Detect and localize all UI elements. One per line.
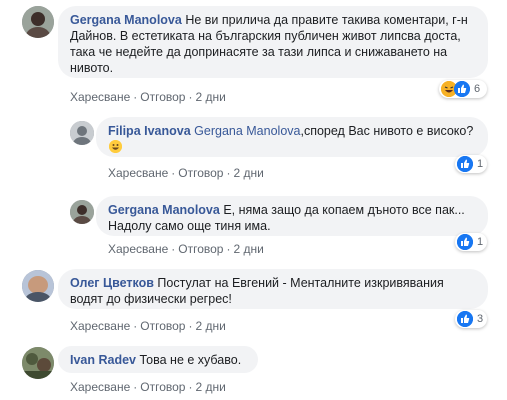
timestamp[interactable]: 2 дни — [233, 242, 263, 256]
timestamp[interactable]: 2 дни — [233, 166, 263, 180]
comment-bubble: Filipa Ivanova Gergana Manolova,според В… — [96, 117, 488, 157]
reaction-count: 1 — [477, 236, 484, 248]
comment-author[interactable]: Gergana Manolova — [70, 13, 182, 27]
comment-text: ,според Вас нивото е високо? — [300, 124, 474, 138]
comment-author[interactable]: Gergana Manolova — [108, 203, 220, 217]
separator: · — [133, 90, 138, 104]
reply-button[interactable]: Отговор — [140, 319, 185, 333]
like-icon — [457, 156, 473, 172]
avatar[interactable] — [22, 6, 54, 38]
comment-author[interactable]: Ivan Radev — [70, 353, 136, 367]
avatar[interactable] — [70, 200, 94, 224]
reply-button[interactable]: Отговор — [178, 242, 223, 256]
comment-actions: Харесване · Отговор · 2 дни — [70, 319, 226, 333]
like-button[interactable]: Харесване — [108, 166, 168, 180]
reaction-count: 3 — [477, 313, 484, 325]
separator: · — [226, 166, 231, 180]
comment-actions: Харесване · Отговор · 2 дни — [108, 166, 264, 180]
comment-actions: Харесване · Отговор · 2 дни — [70, 380, 226, 394]
comment-actions: Харесване · Отговор · 2 дни — [108, 242, 264, 256]
separator: · — [188, 319, 193, 333]
avatar[interactable] — [22, 270, 54, 302]
avatar[interactable] — [70, 121, 94, 145]
reaction-count: 1 — [477, 158, 484, 170]
comment-author[interactable]: Filipa Ivanova — [108, 124, 191, 138]
avatar[interactable] — [22, 347, 54, 379]
separator: · — [133, 319, 138, 333]
separator: · — [171, 242, 176, 256]
reaction-summary[interactable]: 3 — [455, 310, 487, 328]
reaction-count: 6 — [474, 83, 481, 95]
comment-bubble: Олег Цветков Постулат на Евгений - Мента… — [58, 269, 488, 309]
separator: · — [171, 166, 176, 180]
reply-button[interactable]: Отговор — [140, 90, 185, 104]
like-button[interactable]: Харесване — [108, 242, 168, 256]
like-icon — [454, 81, 470, 97]
reaction-summary[interactable]: 6 — [439, 80, 487, 98]
like-icon — [457, 234, 473, 250]
comment-bubble: Gergana Manolova Не ви прилича да правит… — [58, 6, 488, 78]
comment-bubble: Ivan Radev Това не е хубаво. — [58, 346, 258, 373]
separator: · — [188, 90, 193, 104]
reply-button[interactable]: Отговор — [140, 380, 185, 394]
like-button[interactable]: Харесване — [70, 90, 130, 104]
timestamp[interactable]: 2 дни — [195, 90, 225, 104]
comment-text: Това не е хубаво. — [139, 353, 242, 367]
like-button[interactable]: Харесване — [70, 319, 130, 333]
reaction-summary[interactable]: 1 — [455, 155, 487, 173]
grinning-face-icon — [109, 140, 122, 153]
like-icon — [457, 311, 473, 327]
separator: · — [226, 242, 231, 256]
reply-button[interactable]: Отговор — [178, 166, 223, 180]
mention-link[interactable]: Gergana Manolova — [194, 124, 300, 138]
timestamp[interactable]: 2 дни — [195, 380, 225, 394]
comment-bubble: Gergana Manolova Е, няма защо да копаем … — [96, 196, 488, 236]
like-button[interactable]: Харесване — [70, 380, 130, 394]
comment-author[interactable]: Олег Цветков — [70, 276, 154, 290]
timestamp[interactable]: 2 дни — [195, 319, 225, 333]
reaction-summary[interactable]: 1 — [455, 233, 487, 251]
comment-actions: Харесване · Отговор · 2 дни — [70, 90, 226, 104]
separator: · — [188, 380, 193, 394]
separator: · — [133, 380, 138, 394]
